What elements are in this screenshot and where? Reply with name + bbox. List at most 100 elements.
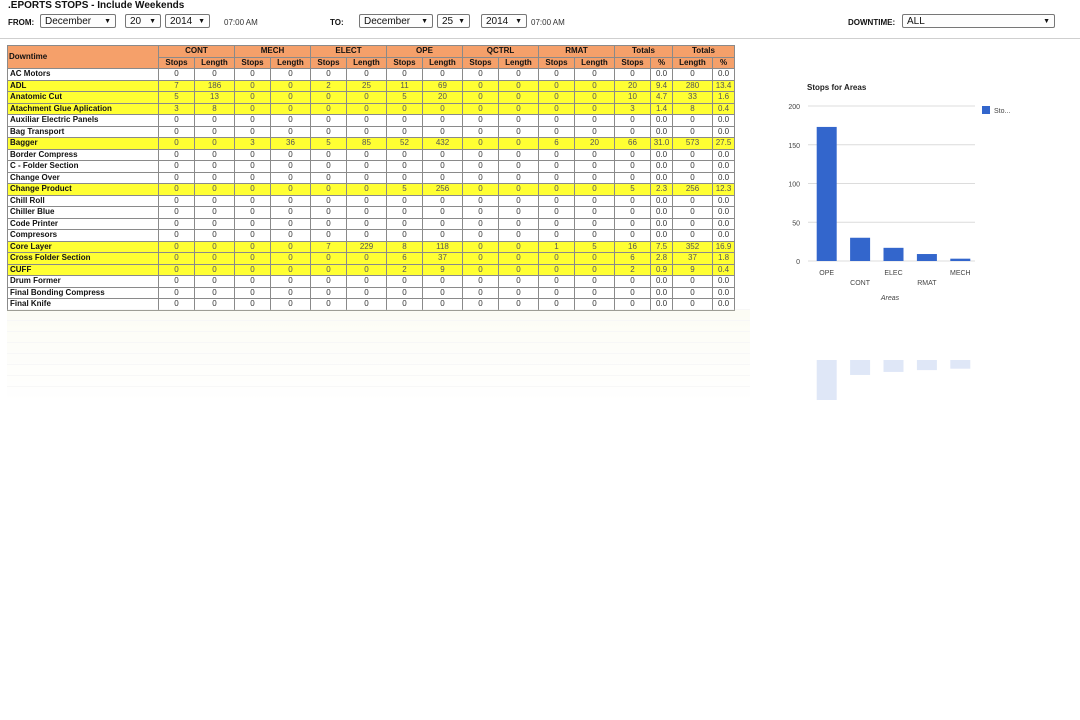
table-cell: 0 (158, 275, 195, 288)
table-cell: 0 (672, 68, 713, 81)
from-month-select[interactable]: December ▼ (40, 14, 116, 28)
table-cell: 0.0 (650, 68, 673, 81)
x-tick-label: ELEC (884, 270, 902, 277)
chart-reflection (816, 360, 971, 400)
table-row[interactable]: Code Printer 0 0 0 0 0 0 0 0 0 0 0 0 0 0.0 0 0.0 (7, 217, 735, 230)
table-row[interactable]: Atachment Glue Aplication 3 8 0 0 0 0 0 0 0 0 0 0 3 1.… (7, 102, 735, 115)
table-cell: 0 (538, 79, 575, 92)
table-row[interactable]: Change Product 0 0 0 0 0 0 5 256 0 0 0 0 5 2.3 256 12.3 (7, 183, 735, 196)
filter-bar: FROM: December ▼ 20 ▼ 2014 ▼ 07:00 AM TO… (0, 13, 1080, 33)
table-cell: 0 (310, 183, 347, 196)
x-axis-label: Areas (880, 295, 900, 302)
table-cell: 11 (386, 79, 423, 92)
table-cell: 0 (672, 114, 713, 127)
table-cell: 0 (498, 91, 539, 104)
table-cell: 0 (538, 114, 575, 127)
table-cell: 0 (346, 263, 387, 276)
to-month-select[interactable]: December ▼ (359, 14, 433, 28)
table-cell: 0 (270, 171, 311, 184)
table-row[interactable]: C - Folder Section 0 0 0 0 0 0 0 0 0 0 0 0 0 0.0 0 0.0 (7, 160, 735, 173)
stops-chart: Stops for Areas 0 50 100 150 200 OPE CONT ELEC RM… (770, 75, 1070, 315)
table-row[interactable]: Chiller Blue 0 0 0 0 0 0 0 0 0 0 0 0 0 0.0 0 0.0 (7, 206, 735, 219)
table-cell: 0 (234, 171, 271, 184)
table-row[interactable]: Chill Roll 0 0 0 0 0 0 0 0 0 0 0 0 0 0.0 0 0.0 (7, 194, 735, 207)
table-cell: 0.0 (650, 194, 673, 207)
table-cell: 0 (346, 252, 387, 265)
page-title: .EPORTS STOPS - Include Weekends (8, 0, 185, 11)
from-year-select[interactable]: 2014 ▼ (165, 14, 210, 28)
table-row[interactable]: ADL 7 186 0 0 2 25 11 69 0 0 0 0 20 9.4 280 13.4 (7, 79, 735, 92)
table-row[interactable]: AC Motors 0 0 0 0 0 0 0 0 0 0 0 0 0 0.0 0 0.0 (7, 68, 735, 81)
table-cell: 0 (614, 148, 651, 161)
table-cell: 0 (346, 194, 387, 207)
table-row[interactable]: Auxiliar Electric Panels 0 0 0 0 0 0 0 0 0 0 0 0 0 0.0… (7, 114, 735, 127)
table-cell: 0 (538, 263, 575, 276)
table-cell: 0 (386, 68, 423, 81)
table-row[interactable]: Change Over 0 0 0 0 0 0 0 0 0 0 0 0 0 0.0 0 0.0 (7, 171, 735, 184)
table-row[interactable]: Border Compress 0 0 0 0 0 0 0 0 0 0 0 0 0 0.0 0 0.0 (7, 148, 735, 161)
table-cell: 0 (270, 125, 311, 138)
row-label: Chiller Blue (7, 206, 159, 219)
table-cell: 573 (672, 137, 713, 150)
table-cell: 0 (462, 206, 499, 219)
table-cell: 10 (614, 91, 651, 104)
table-cell: 0 (498, 252, 539, 265)
table-row[interactable]: Drum Former 0 0 0 0 0 0 0 0 0 0 0 0 0 0.0 0 0.0 (7, 275, 735, 288)
table-cell: 31.0 (650, 137, 673, 150)
table-cell: 0 (498, 125, 539, 138)
table-row[interactable]: Cross Folder Section 0 0 0 0 0 0 6 37 0 0 0 0 6 2.8 37 1… (7, 252, 735, 265)
table-row[interactable]: Core Layer 0 0 0 0 7 229 8 118 0 0 1 5 16 7.5 352 16.9 (7, 240, 735, 253)
table-cell: 0 (498, 286, 539, 299)
table-cell: 0 (194, 194, 235, 207)
table-cell: 0.0 (712, 217, 735, 230)
reflection-bar (883, 360, 904, 372)
to-day-value: 25 (442, 16, 454, 27)
table-cell: 0 (270, 240, 311, 253)
table-row[interactable]: CUFF 0 0 0 0 0 0 2 9 0 0 0 0 2 0.9 9 0.4 (7, 263, 735, 276)
table-cell: 0 (574, 286, 615, 299)
table-cell: 0 (422, 171, 463, 184)
table-cell: 0 (498, 240, 539, 253)
table-cell: 0 (462, 68, 499, 81)
table-cell: 0.0 (712, 275, 735, 288)
table-cell: 0 (310, 263, 347, 276)
downtime-select[interactable]: ALL ▼ (902, 14, 1055, 28)
table-cell: 5 (614, 183, 651, 196)
table-cell: 0.0 (712, 148, 735, 161)
row-label: Cross Folder Section (7, 252, 159, 265)
table-cell: 0 (672, 229, 713, 242)
table-row[interactable]: Bag Transport 0 0 0 0 0 0 0 0 0 0 0 0 0 0.0 0 0.0 (7, 125, 735, 138)
table-cell: 0 (386, 125, 423, 138)
table-row[interactable]: Anatomic Cut 5 13 0 0 0 0 5 20 0 0 0 0 10 4.7 33 1.6 (7, 91, 735, 104)
column-header: Stops (310, 56, 347, 69)
table-cell: 0 (346, 217, 387, 230)
to-year-select[interactable]: 2014 ▼ (481, 14, 527, 28)
table-cell: 0 (538, 148, 575, 161)
table-cell: 0 (234, 79, 271, 92)
table-cell: 0 (422, 206, 463, 219)
table-cell: 0 (310, 160, 347, 173)
table-cell: 0 (270, 102, 311, 115)
chevron-down-icon: ▼ (1043, 18, 1050, 25)
row-label: Compresors (7, 229, 159, 242)
group-header: Totals (672, 45, 735, 58)
table-cell: 0 (386, 102, 423, 115)
table-cell: 0 (574, 183, 615, 196)
table-cell: 33 (672, 91, 713, 104)
table-row[interactable]: Bagger 0 0 3 36 5 85 52 432 0 0 6 20 66 31.0 573 27.5 (7, 137, 735, 150)
table-cell: 69 (422, 79, 463, 92)
to-day-select[interactable]: 25 ▼ (437, 14, 470, 28)
table-cell: 0 (574, 171, 615, 184)
table-row[interactable]: Final Bonding Compress 0 0 0 0 0 0 0 0 0 0 0 0 0 0.0 0 0… (7, 286, 735, 299)
from-time: 07:00 AM (224, 18, 258, 27)
table-cell: 0.0 (712, 171, 735, 184)
from-day-select[interactable]: 20 ▼ (125, 14, 161, 28)
table-cell: 0 (574, 229, 615, 242)
table-cell: 0 (462, 114, 499, 127)
table-cell: 0 (538, 229, 575, 242)
table-cell: 0 (672, 125, 713, 138)
row-label: Core Layer (7, 240, 159, 253)
table-row[interactable]: Compresors 0 0 0 0 0 0 0 0 0 0 0 0 0 0.0 0 0.0 (7, 229, 735, 242)
table-cell: 0 (422, 194, 463, 207)
table-cell: 0 (498, 263, 539, 276)
